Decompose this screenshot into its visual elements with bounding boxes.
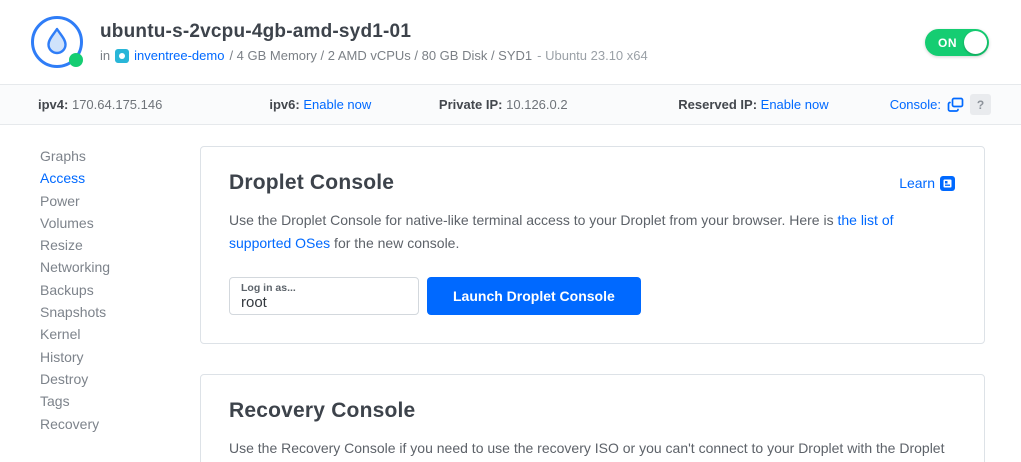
sidebar-item-snapshots[interactable]: Snapshots <box>40 301 200 323</box>
learn-link[interactable]: Learn <box>899 175 956 192</box>
network-info-bar: ipv4: 170.64.175.146 ipv6: Enable now Pr… <box>0 84 1021 125</box>
sidebar-item-power[interactable]: Power <box>40 190 200 212</box>
ipv6-segment: ipv6: Enable now <box>269 97 439 112</box>
droplet-sidebar: Graphs Access Power Volumes Resize Netwo… <box>0 125 200 462</box>
droplet-header-text: ubuntu-s-2vcpu-4gb-amd-syd1-01 in invent… <box>100 21 925 63</box>
ipv6-label: ipv6: <box>269 97 299 112</box>
sidebar-item-volumes[interactable]: Volumes <box>40 212 200 234</box>
droplet-console-description: Use the Droplet Console for native-like … <box>229 209 956 255</box>
ipv4-label: ipv4: <box>38 97 68 112</box>
sidebar-item-destroy[interactable]: Destroy <box>40 368 200 390</box>
sidebar-item-tags[interactable]: Tags <box>40 390 200 412</box>
sidebar-item-kernel[interactable]: Kernel <box>40 323 200 345</box>
console-link[interactable]: Console: <box>890 97 941 112</box>
sidebar-item-recovery[interactable]: Recovery <box>40 413 200 435</box>
ipv6-enable-link[interactable]: Enable now <box>303 97 371 112</box>
ipv4-segment: ipv4: 170.64.175.146 <box>38 97 269 112</box>
recovery-console-description: Use the Recovery Console if you need to … <box>229 437 956 462</box>
reserved-ip-enable-link[interactable]: Enable now <box>761 97 829 112</box>
project-icon <box>115 49 129 63</box>
power-toggle-label: ON <box>938 36 957 50</box>
login-as-field[interactable]: Log in as... <box>229 277 419 315</box>
droplet-console-desc-text: Use the Droplet Console for native-like … <box>229 212 837 228</box>
recovery-console-head: Recovery Console <box>229 399 956 423</box>
recovery-console-card: Recovery Console Use the Recovery Consol… <box>200 374 985 462</box>
learn-link-label: Learn <box>899 175 935 191</box>
help-button[interactable]: ? <box>970 94 991 115</box>
sidebar-item-networking[interactable]: Networking <box>40 256 200 278</box>
sidebar-item-backups[interactable]: Backups <box>40 279 200 301</box>
sidebar-item-graphs[interactable]: Graphs <box>40 145 200 167</box>
power-status-dot <box>69 53 83 67</box>
sidebar-item-history[interactable]: History <box>40 346 200 368</box>
login-as-label: Log in as... <box>241 282 407 294</box>
learn-book-icon <box>939 175 956 192</box>
page-content: Graphs Access Power Volumes Resize Netwo… <box>0 125 1021 462</box>
power-toggle[interactable]: ON <box>925 29 989 56</box>
droplet-console-desc-text-after: for the new console. <box>330 235 459 251</box>
in-label: in <box>100 48 110 63</box>
login-as-input[interactable] <box>241 294 407 312</box>
droplet-console-card: Droplet Console Learn Use the Droplet Co… <box>200 146 985 344</box>
reserved-ip-segment: Reserved IP: Enable now <box>678 97 889 112</box>
droplet-header: ubuntu-s-2vcpu-4gb-amd-syd1-01 in invent… <box>0 0 1021 84</box>
droplet-avatar <box>30 15 84 69</box>
ipv4-value: 170.64.175.146 <box>72 97 162 112</box>
project-link[interactable]: inventree-demo <box>134 48 224 63</box>
reserved-ip-label: Reserved IP: <box>678 97 757 112</box>
recovery-console-title: Recovery Console <box>229 399 415 423</box>
sidebar-item-access[interactable]: Access <box>40 167 200 189</box>
droplet-subtitle: in inventree-demo / 4 GB Memory / 2 AMD … <box>100 48 925 63</box>
main-panel: Droplet Console Learn Use the Droplet Co… <box>200 125 985 462</box>
droplet-os: - Ubuntu 23.10 x64 <box>537 48 648 63</box>
power-toggle-knob <box>964 31 987 54</box>
console-segment: Console: ? <box>890 94 991 115</box>
droplet-specs: / 4 GB Memory / 2 AMD vCPUs / 80 GB Disk… <box>229 48 532 63</box>
private-ip-label: Private IP: <box>439 97 503 112</box>
droplet-detail-page: ubuntu-s-2vcpu-4gb-amd-syd1-01 in invent… <box>0 0 1021 462</box>
open-console-window-icon[interactable] <box>947 97 964 113</box>
droplet-console-title: Droplet Console <box>229 171 394 195</box>
launch-droplet-console-button[interactable]: Launch Droplet Console <box>427 277 641 315</box>
sidebar-item-resize[interactable]: Resize <box>40 234 200 256</box>
console-action-row: Log in as... Launch Droplet Console <box>229 277 956 315</box>
private-ip-segment: Private IP: 10.126.0.2 <box>439 97 678 112</box>
private-ip-value: 10.126.0.2 <box>506 97 567 112</box>
droplet-name: ubuntu-s-2vcpu-4gb-amd-syd1-01 <box>100 21 925 43</box>
droplet-console-head: Droplet Console Learn <box>229 171 956 195</box>
